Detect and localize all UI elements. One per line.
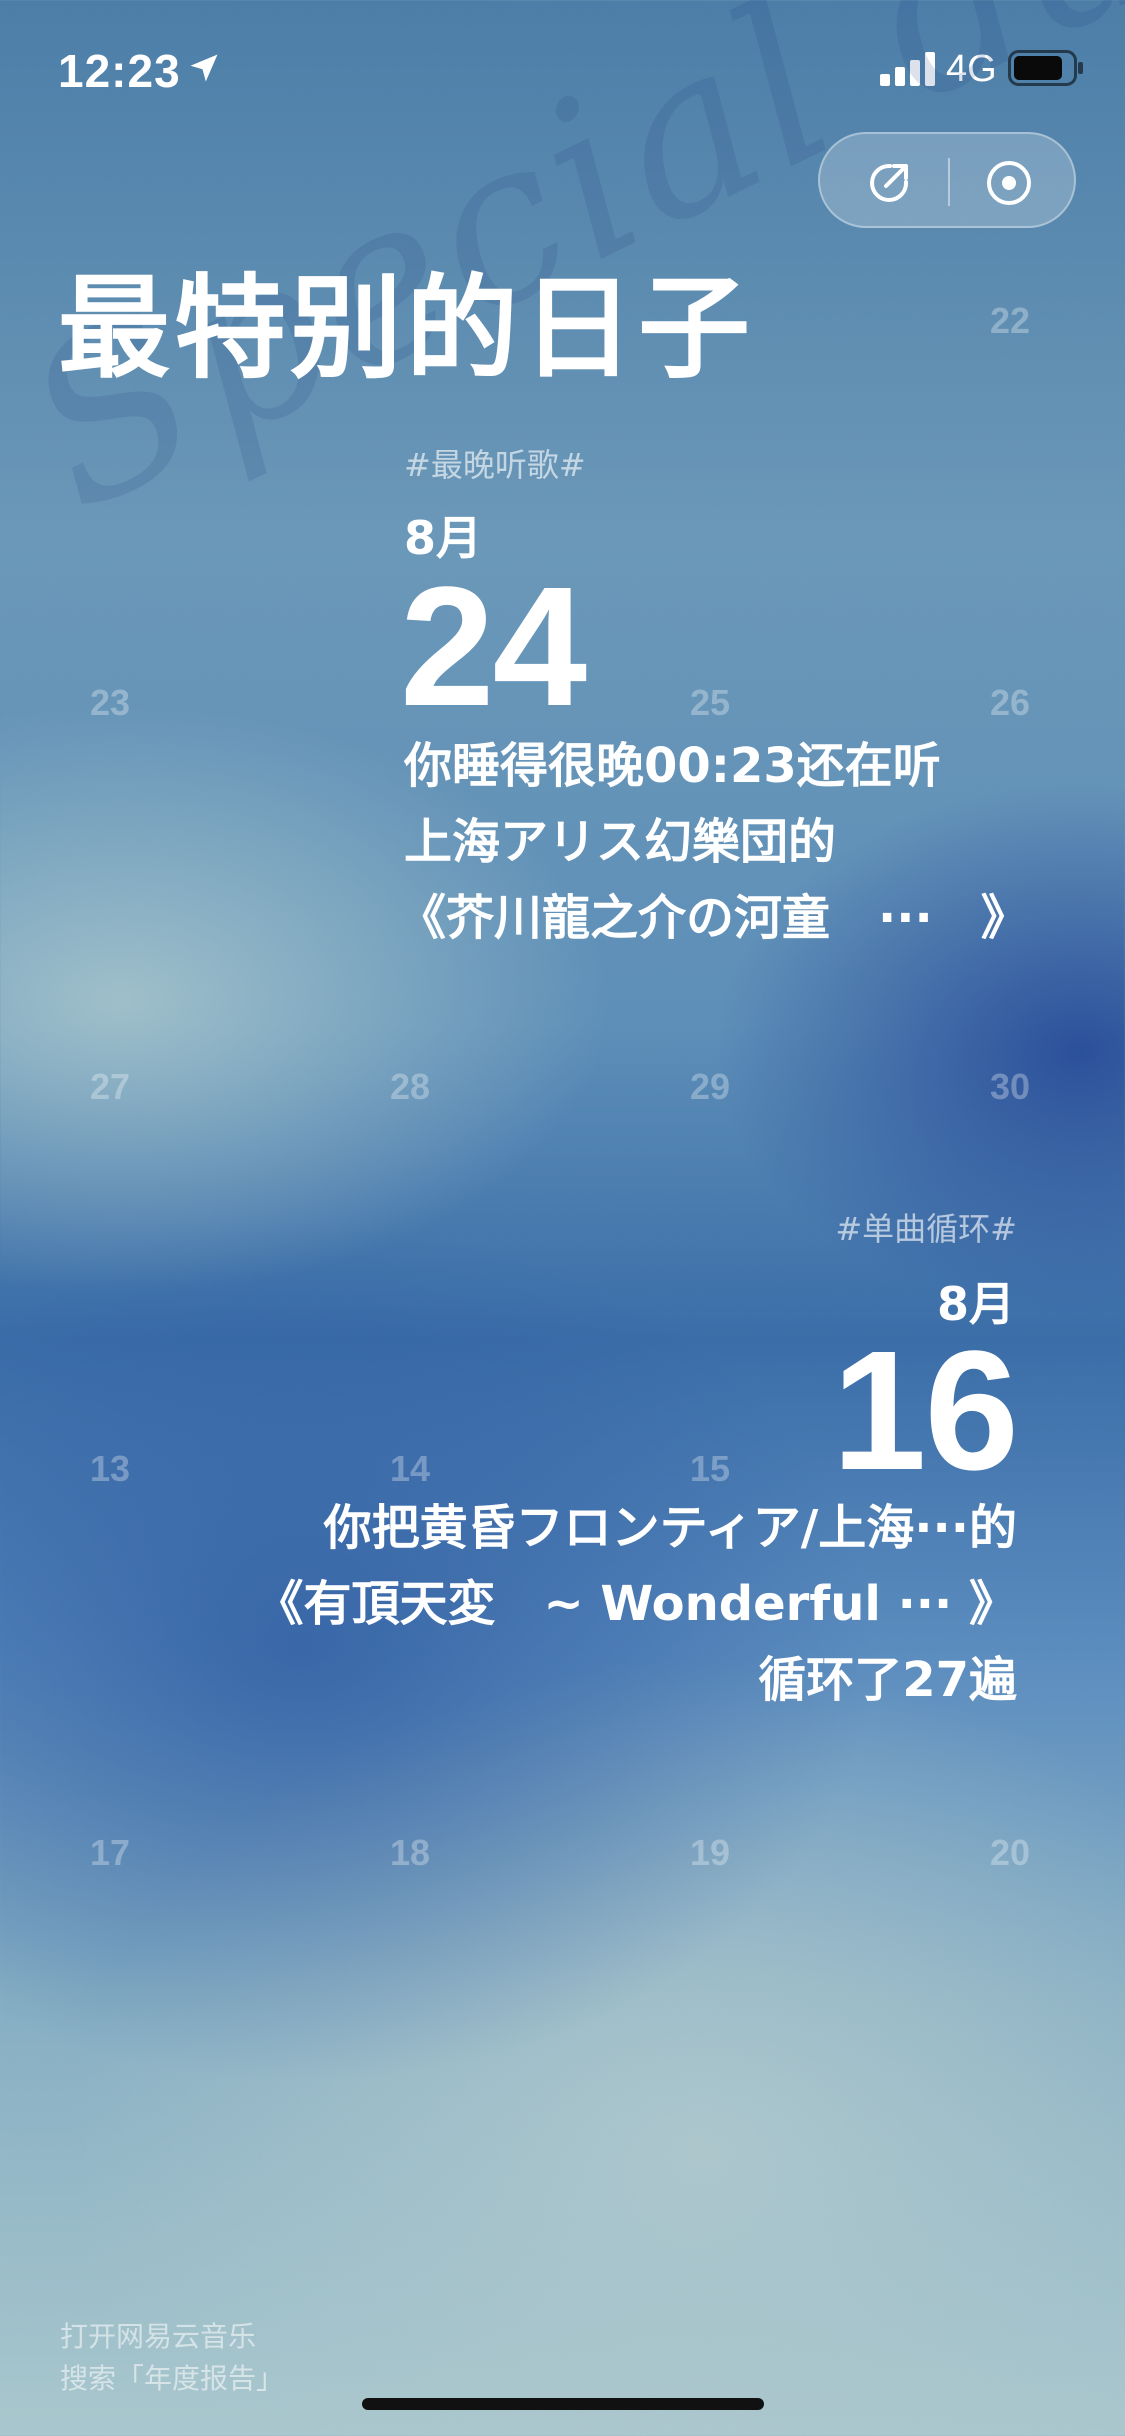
single-loop-line-3: 循环了27遍 [758,1652,1017,1708]
share-icon[interactable] [864,158,914,208]
capsule-divider [948,158,950,206]
footer-hint: 打开网易云音乐 搜索「年度报告」 [60,2316,284,2400]
single-loop-tag: #单曲循环# [835,1210,1017,1248]
single-loop-line-2: 《有頂天変 ~ Wonderful ··· 》 [255,1576,1017,1632]
calendar-number: 30 [990,1066,1031,1107]
calendar-number: 29 [690,1066,731,1107]
latest-listen-day: 24 [400,552,587,742]
location-arrow-icon [190,54,218,82]
status-time: 12:23 [58,45,181,97]
latest-listen-line-3: 《芥川龍之介の河童 ··· 》 [398,890,1029,946]
target-icon[interactable] [984,158,1034,208]
mini-program-capsule [818,132,1076,228]
calendar-number: 27 [90,1066,131,1107]
single-loop-line-1: 你把黄昏フロンティア/上海···的 [323,1500,1017,1556]
calendar-number: 25 [690,682,731,723]
calendar-number: 23 [90,682,131,723]
latest-listen-tag: #最晚听歌# [404,446,586,484]
calendar-number: 26 [990,682,1031,723]
calendar-number: 15 [690,1448,731,1489]
calendar-number: 13 [90,1448,131,1489]
page-title: 最特别的日子 [58,264,754,394]
calendar-number: 18 [390,1832,431,1873]
calendar-number: 19 [690,1832,731,1873]
home-indicator[interactable] [362,2398,764,2410]
calendar-number: 28 [390,1066,431,1107]
latest-listen-line-1: 你睡得很晚00:23还在听 [404,738,941,794]
single-loop-day: 16 [831,1316,1019,1506]
calendar-number: 17 [90,1832,131,1873]
footer-line-1: 打开网易云音乐 [60,2320,257,2353]
calendar-number: 14 [390,1448,431,1489]
calendar-number: 20 [990,1832,1031,1873]
calendar-number: 22 [990,300,1031,341]
latest-listen-line-2: 上海アリス幻樂団的 [404,814,837,870]
footer-line-2: 搜索「年度报告」 [60,2362,285,2395]
